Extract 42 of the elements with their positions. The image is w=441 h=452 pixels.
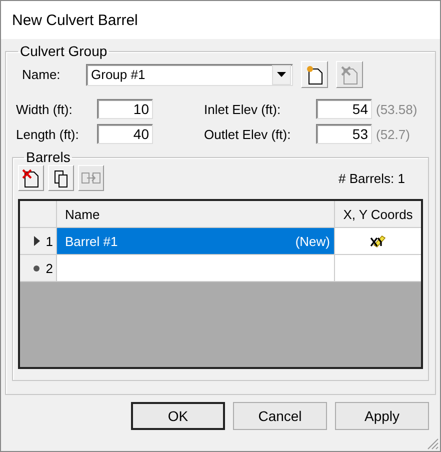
ok-button[interactable]: OK [131,402,225,430]
resize-grip-icon[interactable] [427,438,439,450]
name-label: Name: [22,67,62,82]
number-field[interactable]: 40 [97,124,153,144]
pencil-icon[interactable] [369,234,387,248]
new-group-button[interactable] [301,61,328,88]
field-label: Outlet Elev (ft): [204,126,292,142]
field-label: Length (ft): [16,126,80,142]
computed-value: (52.7) [376,126,410,142]
table-cell[interactable] [335,255,421,282]
row-header[interactable]: 2 [20,255,57,282]
cancel-button[interactable]: Cancel [233,402,327,430]
name-dropdown[interactable]: Group #1 [86,64,293,86]
field-label: Width (ft): [16,102,74,116]
number-field[interactable]: 10 [97,99,153,119]
new-row-icon [32,264,40,272]
delete-document-icon [21,167,41,189]
row-header[interactable]: 1 [20,228,57,255]
delete-barrel-button[interactable] [18,165,44,191]
row-number: 1 [46,234,53,248]
group-legend: Culvert Group [18,43,110,59]
field-label: Inlet Elev (ft): [204,102,282,116]
new-document-icon [304,64,324,86]
table-cell[interactable] [57,255,335,282]
table-cell[interactable] [335,228,421,255]
barrel-count: # Barrels: 1 [338,170,405,186]
barrel-name: Barrel #1 [65,234,118,248]
apply-button[interactable]: Apply [335,402,429,430]
copy-button[interactable] [48,165,74,191]
column-header: X, Y Coords [335,201,421,228]
number-field[interactable]: 54 [316,99,372,119]
column-header: Name [57,201,335,228]
window-title: New Culvert Barrel [12,12,138,28]
group-legend: Barrels [24,149,72,165]
delete-document-icon [340,64,360,86]
status-text: (New) [295,234,330,248]
table-cell[interactable]: Barrel #1 (New) [57,228,335,255]
current-row-icon [34,236,40,246]
computed-value: (53.58) [376,102,418,116]
corner-cell [20,201,57,228]
number-field[interactable]: 53 [316,124,372,144]
row-number: 2 [46,260,53,276]
